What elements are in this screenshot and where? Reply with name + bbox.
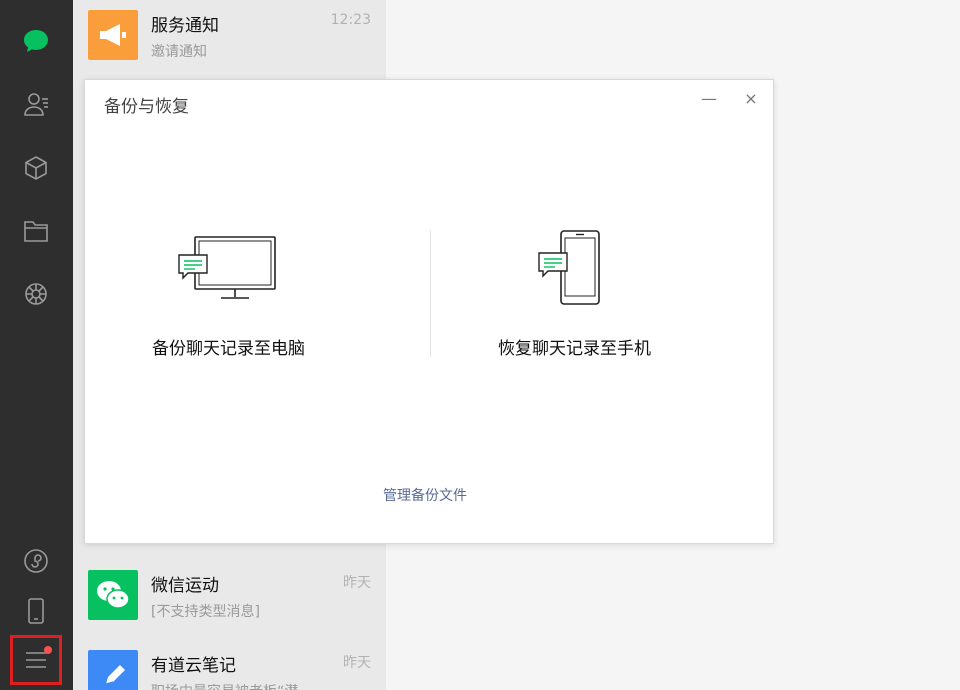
divider	[430, 230, 431, 357]
chat-item-service-notice[interactable]: 服务通知 邀请通知 12:23	[73, 0, 386, 80]
phone-icon	[538, 230, 600, 305]
wechat-icon	[88, 570, 138, 620]
minimize-button[interactable]: —	[697, 88, 721, 108]
chat-icon[interactable]	[18, 23, 54, 59]
notification-badge	[44, 646, 52, 654]
backup-label: 备份聊天记录至电脑	[152, 339, 305, 359]
chat-preview: [不支持类型消息]	[151, 604, 260, 620]
chat-name: 有道云笔记	[151, 656, 236, 676]
chat-item-wechat-sports[interactable]: 微信运动 [不支持类型消息] 昨天	[73, 560, 386, 640]
sidebar	[0, 0, 73, 690]
chat-time: 12:23	[330, 12, 371, 28]
contacts-icon[interactable]	[18, 86, 54, 122]
computer-icon	[178, 236, 276, 299]
chat-name: 服务通知	[151, 16, 219, 36]
close-button[interactable]: ×	[739, 88, 763, 108]
chat-item-youdao-note[interactable]: 有道云笔记 职场中最容易被老板“潜 昨天	[73, 640, 386, 690]
backup-restore-dialog: 备份与恢复 — × 备份聊天记录至电脑 恢复聊天记录至手机 管理备份文件	[84, 79, 774, 544]
megaphone-icon	[88, 10, 138, 60]
chat-preview: 职场中最容易被老板“潜	[151, 681, 376, 690]
backup-to-pc-option[interactable]: 备份聊天记录至电脑	[145, 230, 325, 370]
pen-icon	[88, 650, 138, 690]
chat-preview: 邀请通知	[151, 44, 207, 60]
files-icon[interactable]	[18, 213, 54, 249]
dialog-title: 备份与恢复	[104, 97, 189, 117]
restore-label: 恢复聊天记录至手机	[498, 339, 651, 359]
chat-name: 微信运动	[151, 576, 219, 596]
chat-time: 昨天	[343, 575, 371, 591]
moments-icon[interactable]	[18, 276, 54, 312]
mini-program-icon[interactable]	[18, 543, 54, 579]
favorites-icon[interactable]	[18, 150, 54, 186]
manage-backup-files-link[interactable]: 管理备份文件	[383, 485, 467, 505]
menu-highlight	[10, 635, 62, 685]
chat-time: 昨天	[343, 655, 371, 671]
restore-to-phone-option[interactable]: 恢复聊天记录至手机	[490, 230, 670, 370]
phone-icon[interactable]	[18, 593, 54, 629]
